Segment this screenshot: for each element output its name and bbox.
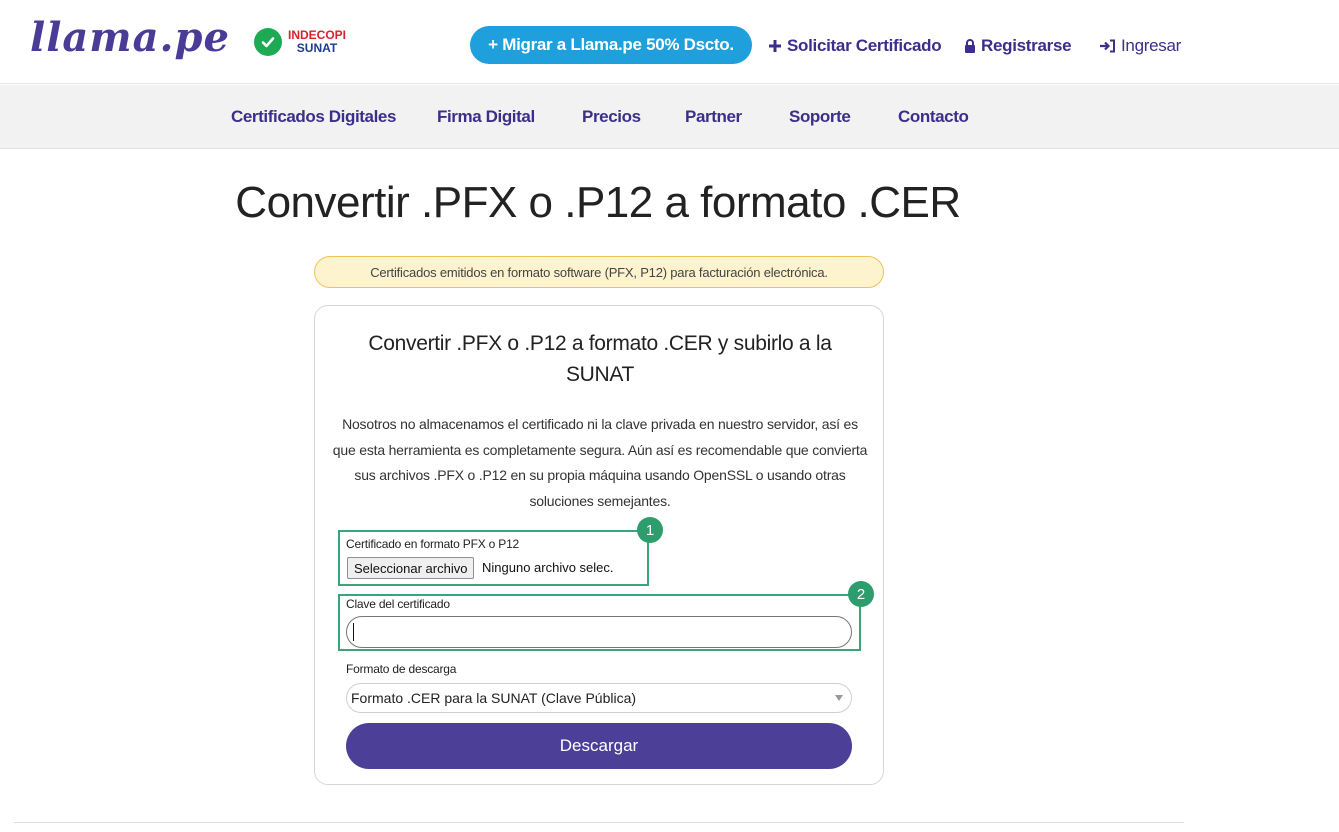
highlight-box-1 [338, 530, 649, 586]
format-field-label: Formato de descarga [346, 662, 457, 676]
nav-item-partner[interactable]: Partner [685, 107, 742, 127]
check-circle-icon [254, 28, 282, 56]
page-title: Convertir .PFX o .P12 a formato .CER [235, 178, 961, 227]
highlight-box-2 [338, 594, 861, 651]
logo[interactable]: llama.pe [30, 14, 230, 61]
selected-format: Formato .CER para la SUNAT (Clave Públic… [351, 690, 637, 706]
description-line: que esta herramienta es completamente se… [332, 441, 868, 458]
card-title-line-2: SUNAT [565, 363, 635, 386]
dropdown-arrow-icon [835, 695, 843, 701]
annotation-marker-2: 2 [848, 581, 874, 607]
nav-item-contacto[interactable]: Contacto [898, 107, 969, 127]
card-description: Nosotros no almacenamos el certificado n… [329, 412, 871, 514]
download-button[interactable]: Descargar [346, 723, 852, 769]
description-line: sus archivos .PFX o .P12 en su propia má… [354, 467, 846, 483]
register-label: Registrarse [981, 36, 1072, 55]
card-title: Convertir .PFX o .P12 a formato .CER y s… [355, 328, 845, 390]
notice-banner: Certificados emitidos en formato softwar… [314, 256, 884, 288]
lock-icon [964, 39, 976, 53]
nav-item-certificados[interactable]: Certificados Digitales [231, 107, 396, 127]
plus-icon [768, 39, 782, 53]
migrate-button[interactable]: + Migrar a Llama.pe 50% Dscto. [470, 26, 752, 64]
request-certificate-label: Solicitar Certificado [787, 36, 942, 55]
main-nav: Certificados Digitales Firma Digital Pre… [0, 85, 1339, 149]
login-label: Ingresar [1121, 36, 1181, 55]
nav-item-precios[interactable]: Precios [582, 107, 641, 127]
login-link[interactable]: Ingresar [1099, 36, 1181, 56]
sign-in-icon [1099, 39, 1116, 53]
register-link[interactable]: Registrarse [964, 36, 1072, 56]
request-certificate-link[interactable]: Solicitar Certificado [768, 36, 942, 56]
download-format-select[interactable]: Formato .CER para la SUNAT (Clave Públic… [346, 683, 852, 713]
footer-divider [14, 822, 1184, 823]
badge-text: INDECOPI SUNAT [288, 29, 346, 55]
description-line: Nosotros no almacenamos el certificado n… [342, 416, 858, 432]
indecopi-sunat-badge: INDECOPI SUNAT [254, 28, 346, 56]
top-header: llama.pe INDECOPI SUNAT + Migrar a Llama… [0, 0, 1339, 84]
nav-item-firma-digital[interactable]: Firma Digital [437, 107, 535, 127]
description-line: soluciones semejantes. [529, 492, 671, 509]
nav-item-soporte[interactable]: Soporte [789, 107, 851, 127]
card-title-line-1: Convertir .PFX o .P12 a formato .CER y s… [368, 332, 832, 355]
badge-line-sunat: SUNAT [296, 41, 338, 55]
annotation-marker-1: 1 [637, 517, 663, 543]
